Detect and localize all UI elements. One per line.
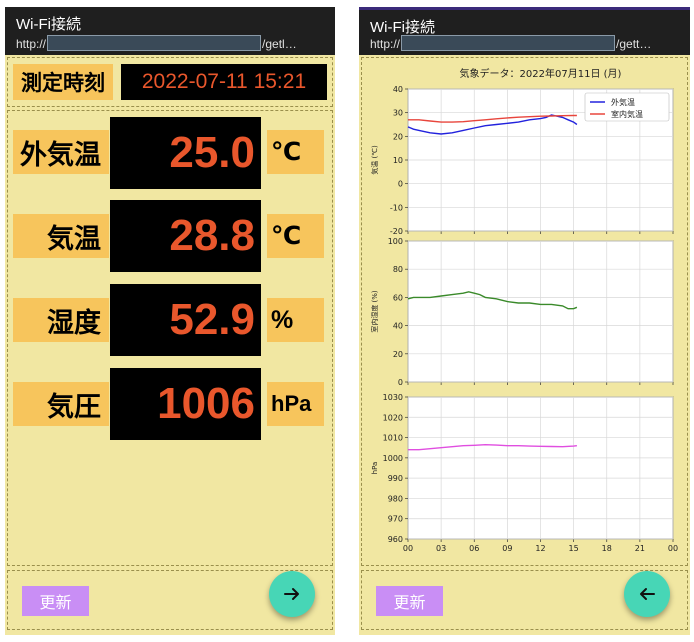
chart-legend: 外気温室内気温 bbox=[584, 92, 670, 122]
humidity-label: 湿度 bbox=[13, 298, 109, 342]
y-tick-label: 1010 bbox=[383, 434, 403, 443]
y-tick-label: 980 bbox=[388, 494, 403, 503]
legend-label: 室内気温 bbox=[611, 109, 643, 119]
x-tick-label: 12 bbox=[535, 544, 545, 553]
x-tick-label: 00 bbox=[668, 544, 678, 553]
y-tick-label: 1030 bbox=[383, 393, 403, 402]
humidity-value: 52.9 bbox=[110, 284, 261, 356]
outside-temp-label: 外気温 bbox=[13, 130, 109, 174]
measure-time-label: 測定時刻 bbox=[13, 64, 113, 100]
x-tick-label: 06 bbox=[469, 544, 479, 553]
y-tick-label: -20 bbox=[390, 227, 403, 236]
url-redacted bbox=[401, 35, 616, 51]
url-bar: http:// /gett… bbox=[370, 35, 651, 51]
y-tick-label: 80 bbox=[393, 265, 403, 274]
temp-unit: ℃ bbox=[267, 214, 324, 258]
url-suffix: /getl… bbox=[262, 37, 297, 51]
app-title-bar: Wi-Fi接続 http:// /gett… bbox=[359, 7, 690, 55]
app-title: Wi-Fi接続 bbox=[370, 19, 435, 36]
back-page-button[interactable] bbox=[624, 571, 670, 617]
y-tick-label: 0 bbox=[398, 180, 403, 189]
y-tick-label: 1020 bbox=[383, 413, 403, 422]
y-tick-label: 100 bbox=[388, 237, 403, 246]
url-prefix: http:// bbox=[16, 37, 47, 51]
x-tick-label: 00 bbox=[403, 544, 413, 553]
x-tick-label: 21 bbox=[635, 544, 645, 553]
current-readings-screen: Wi-Fi接続 http:// /getl… 測定時刻 2022-07-11 15… bbox=[5, 7, 335, 635]
x-tick-label: 15 bbox=[569, 544, 579, 553]
x-tick-label: 03 bbox=[436, 544, 446, 553]
url-redacted bbox=[47, 35, 262, 51]
y-tick-label: 0 bbox=[398, 378, 403, 387]
y-tick-label: 990 bbox=[388, 474, 403, 483]
update-button[interactable]: 更新 bbox=[376, 586, 443, 616]
y-tick-label: 20 bbox=[393, 350, 403, 359]
history-chart-screen: Wi-Fi接続 http:// /gett… 気象データ：2022年07月11日 … bbox=[359, 7, 690, 635]
arrow-right-icon bbox=[284, 588, 299, 600]
y-tick-label: 970 bbox=[388, 515, 403, 524]
update-button[interactable]: 更新 bbox=[22, 586, 89, 616]
chart-title: 気象データ：2022年07月11日 (月) bbox=[460, 67, 622, 80]
y-tick-label: 60 bbox=[393, 293, 403, 302]
measure-time-value: 2022-07-11 15:21 bbox=[121, 64, 327, 100]
humidity-unit: % bbox=[267, 298, 324, 342]
y-tick-label: 40 bbox=[393, 322, 403, 331]
y-tick-label: -10 bbox=[390, 203, 403, 212]
y-tick-label: 960 bbox=[388, 535, 403, 544]
temp-value: 28.8 bbox=[110, 200, 261, 272]
y-tick-label: 1000 bbox=[383, 454, 403, 463]
outside-temp-value: 25.0 bbox=[110, 117, 261, 189]
app-title: Wi-Fi接続 bbox=[16, 16, 81, 33]
arrow-left-icon bbox=[640, 588, 655, 600]
pressure-label: 気圧 bbox=[13, 382, 109, 426]
url-prefix: http:// bbox=[370, 37, 401, 51]
y-axis-label-0: 気温 (℃) bbox=[370, 145, 379, 175]
next-page-button[interactable] bbox=[269, 571, 315, 617]
weather-chart: 気象データ：2022年07月11日 (月)403020100-10-20気温 (… bbox=[370, 67, 678, 553]
url-bar: http:// /getl… bbox=[16, 35, 297, 51]
y-axis-label-2: hPa bbox=[371, 462, 379, 475]
y-tick-label: 20 bbox=[393, 132, 403, 141]
app-title-bar: Wi-Fi接続 http:// /getl… bbox=[5, 7, 335, 55]
url-suffix: /gett… bbox=[616, 37, 652, 51]
x-tick-label: 18 bbox=[602, 544, 612, 553]
y-axis-label-1: 室内湿度 (%) bbox=[370, 290, 379, 333]
outside-temp-unit: ℃ bbox=[267, 130, 324, 174]
pressure-unit: hPa bbox=[267, 382, 324, 426]
y-tick-label: 10 bbox=[393, 156, 403, 165]
y-tick-label: 30 bbox=[393, 109, 403, 118]
x-tick-label: 09 bbox=[502, 544, 512, 553]
pressure-value: 1006 bbox=[110, 368, 261, 440]
y-tick-label: 40 bbox=[393, 85, 403, 94]
temp-label: 気温 bbox=[13, 214, 109, 258]
legend-label: 外気温 bbox=[611, 97, 635, 107]
